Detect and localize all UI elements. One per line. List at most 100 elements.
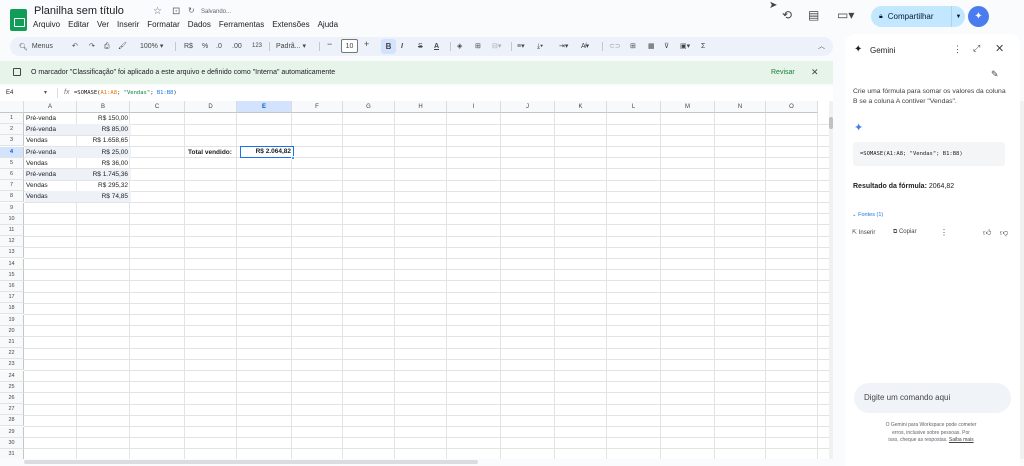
strikethrough-button[interactable]: S [418,41,423,52]
column-header-j[interactable]: J [501,101,555,113]
italic-button[interactable]: I [401,41,403,52]
row-header[interactable]: 19 [0,314,24,326]
row-header[interactable]: 30 [0,437,24,449]
increase-font-size-button[interactable]: + [364,39,369,50]
close-icon[interactable]: ✕ [811,67,819,78]
row-header[interactable]: 11 [0,225,24,236]
search-menus[interactable]: 🔍︎ Menus [15,38,53,55]
comment-icon[interactable]: ⊞ [630,41,636,52]
cell-e4-total-value[interactable]: R$ 2.064,82 [240,146,294,159]
font-size-input[interactable]: 10 [341,39,358,53]
undo-icon[interactable]: ↶ [72,41,78,52]
text-wrap-icon[interactable]: ⇥▾ [559,41,568,52]
column-header-d[interactable]: D [185,101,237,113]
sources-toggle[interactable]: ⌄ Fontes (1) [852,212,883,218]
fill-color-icon[interactable]: ◈ [457,41,462,52]
cell-b3[interactable]: R$ 1.658,65 [78,135,130,146]
comments-icon[interactable]: ▤ [808,8,819,22]
formula-input[interactable]: =SOMASE(A1:A8; "Vendas"; B1:B8) [74,90,177,96]
row-header[interactable]: 31 [0,449,24,459]
print-icon[interactable]: ⎙ [104,41,110,52]
learn-more-link[interactable]: Saiba mais [949,437,974,443]
row-header[interactable]: 2 [0,124,24,136]
gemini-avatar-icon[interactable]: ✦ [968,6,989,27]
link-icon[interactable]: ⊂⊃ [609,41,621,52]
history-icon[interactable]: ⟲ [782,8,792,22]
cell-a1[interactable]: Pré-venda [26,113,76,124]
review-link[interactable]: Revisar [771,69,795,76]
edit-prompt-icon[interactable]: ✎ [991,69,999,80]
more-actions-icon[interactable]: ⋮ [940,228,948,237]
cell-b2[interactable]: R$ 85,00 [78,124,130,135]
cell-a4[interactable]: Pré-venda [26,147,76,158]
column-header-e[interactable]: E [237,101,292,113]
copy-button[interactable]: ⧉ Copiar [893,229,917,236]
number-format-button[interactable]: 123 [252,41,262,52]
close-panel-icon[interactable]: ✕ [995,42,1004,55]
row-header[interactable]: 20 [0,325,24,337]
row-header[interactable]: 7 [0,180,24,192]
bold-button[interactable]: B [381,39,396,54]
spreadsheet-grid[interactable]: A B C D E F G H I J K L M N O 1 2 3 4 5 6 7 8 9 10 11 12 13 14 15 16 17… [0,101,829,459]
thumbs-up-icon[interactable]: 👍︎ [983,228,991,238]
expand-icon[interactable]: ⤢ [973,43,980,54]
column-header-g[interactable]: G [343,101,395,113]
row-header[interactable]: 25 [0,381,24,393]
paint-format-icon[interactable]: 🖌︎ [118,41,127,52]
column-header-i[interactable]: I [447,101,501,113]
row-header[interactable]: 8 [0,191,24,203]
row-header[interactable]: 1 [0,113,24,124]
star-icon[interactable]: ☆ [153,6,162,17]
row-header[interactable]: 18 [0,303,24,315]
row-header[interactable]: 6 [0,169,24,180]
row-header[interactable]: 5 [0,157,24,169]
cell-a3[interactable]: Vendas [26,135,76,146]
menu-dados[interactable]: Dados [188,20,211,29]
thumbs-down-icon[interactable]: 👎︎ [1000,228,1008,238]
more-options-icon[interactable]: ⋮ [953,44,962,55]
menu-ver[interactable]: Ver [97,20,109,29]
decrease-decimals-button[interactable]: .0 [216,41,222,52]
redo-icon[interactable]: ↷ [89,41,95,52]
row-header[interactable]: 28 [0,415,24,427]
cell-a8[interactable]: Vendas [26,191,76,202]
row-header[interactable]: 9 [0,202,24,214]
horizontal-scroll-thumb[interactable] [24,460,478,464]
row-header[interactable]: 15 [0,269,24,281]
text-color-button[interactable]: A [434,41,439,52]
column-header-f[interactable]: F [292,101,343,113]
gemini-prompt-input[interactable]: Digite um comando aqui [854,383,1011,413]
row-header[interactable]: 27 [0,404,24,416]
row-header[interactable]: 10 [0,213,24,225]
row-header[interactable]: 14 [0,258,24,270]
row-header[interactable]: 21 [0,337,24,348]
column-header-a[interactable]: A [24,101,77,113]
move-folder-icon[interactable]: ⊡ [172,6,180,17]
filter-icon[interactable]: ⊽ [664,41,669,52]
fill-handle[interactable] [291,156,295,161]
row-header[interactable]: 12 [0,236,24,248]
cell-a6[interactable]: Pré-venda [26,169,76,180]
row-header[interactable]: 24 [0,370,24,382]
row-header[interactable]: 22 [0,348,24,360]
column-header-h[interactable]: H [395,101,447,113]
share-button[interactable]: 🔒︎ Compartilhar ▼ [871,6,965,27]
row-header[interactable]: 26 [0,393,24,404]
row-header[interactable]: 3 [0,135,24,147]
row-header[interactable]: 17 [0,292,24,304]
cell-d4-total-label[interactable]: Total vendido: [188,147,232,158]
select-all-corner[interactable] [0,101,24,113]
sheets-logo-icon[interactable] [10,9,27,31]
cell-b8[interactable]: R$ 74,85 [78,191,130,202]
insert-button[interactable]: ⇱ Inserir [852,229,875,236]
row-header[interactable]: 29 [0,426,24,438]
row-header[interactable]: 13 [0,247,24,259]
font-select[interactable]: Padrã... ▾ [276,41,306,52]
cell-a2[interactable]: Pré-venda [26,124,76,135]
cell-b4[interactable]: R$ 25,00 [78,147,130,158]
cell-a5[interactable]: Vendas [26,158,76,169]
percent-format-button[interactable]: % [202,41,208,52]
name-box[interactable]: E4 [6,90,13,96]
filter-views-icon[interactable]: ▣▾ [680,41,690,52]
decrease-font-size-button[interactable]: − [327,39,332,50]
